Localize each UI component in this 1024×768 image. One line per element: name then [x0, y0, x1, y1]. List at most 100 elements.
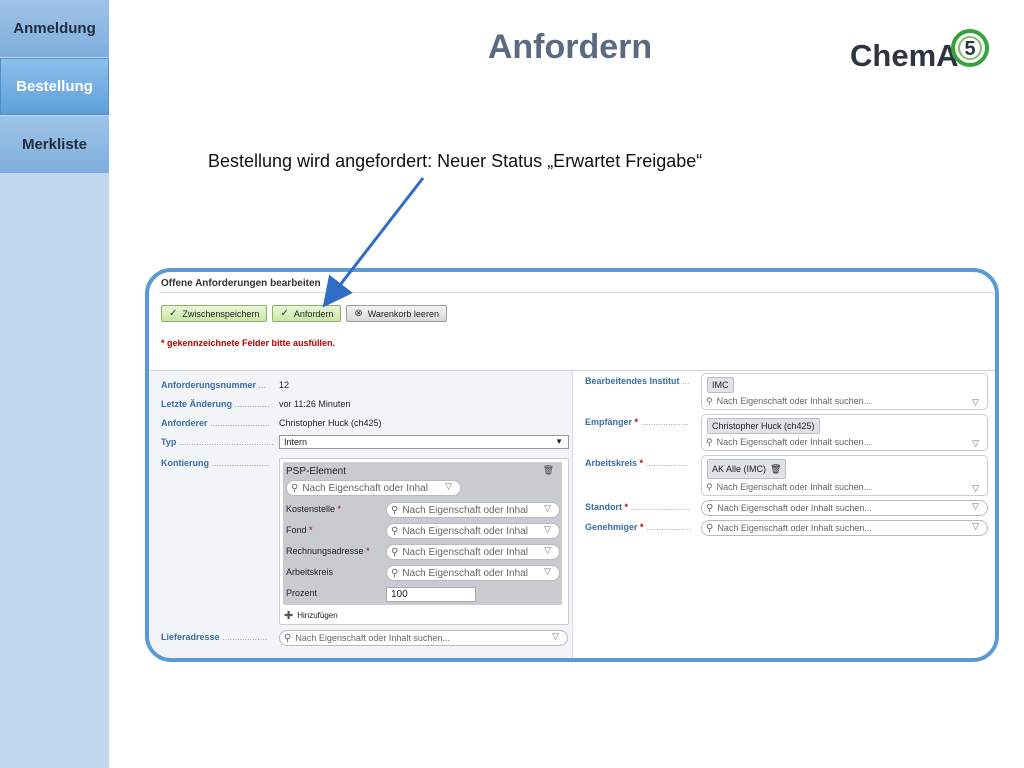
workgroup-placeholder: Nach Eigenschaft oder Inhalt suchen... — [716, 482, 872, 492]
arbeitskreis-placeholder: Nach Eigenschaft oder Inhal — [402, 567, 528, 579]
recipient-tag: Christopher Huck (ch425) — [707, 418, 820, 434]
location-search[interactable]: ⚲ Nach Eigenschaft oder Inhalt suchen...… — [701, 500, 988, 516]
type-select[interactable]: Intern ▼ — [279, 435, 569, 449]
svg-text:5: 5 — [964, 38, 975, 60]
search-icon: ⚲ — [706, 522, 714, 534]
approver-search[interactable]: ⚲ Nach Eigenschaft oder Inhalt suchen...… — [701, 520, 988, 536]
workgroup-tag-label: AK Alle (IMC) — [712, 464, 767, 474]
delivery-address-label: Lieferadresse .................. — [161, 632, 268, 642]
rechnungsadresse-placeholder: Nach Eigenschaft oder Inhal — [402, 546, 528, 558]
requester-label: Anforderer ........................ — [161, 418, 271, 428]
filter-icon[interactable]: ▽ — [445, 481, 452, 492]
arbeitskreis-search[interactable]: ⚲ Nach Eigenschaft oder Inhal ▽ — [386, 565, 560, 581]
clear-cart-label: Warenkorb leeren — [367, 308, 439, 319]
psp-element-label: PSP-Element — [286, 466, 347, 477]
fond-search[interactable]: ⚲ Nach Eigenschaft oder Inhal ▽ — [386, 523, 560, 539]
check-icon: ✓ — [169, 308, 178, 319]
recipient-tag-label: Christopher Huck (ch425) — [712, 421, 815, 431]
filter-icon[interactable]: ▽ — [972, 438, 979, 449]
last-change-value: vor 11:26 Minuten — [279, 399, 351, 409]
approver-placeholder: Nach Eigenschaft oder Inhalt suchen... — [717, 523, 872, 533]
divider — [159, 292, 995, 293]
cart-clear-icon: ⊗ — [354, 308, 363, 319]
search-icon: ⚲ — [706, 482, 713, 492]
panel-title: Offene Anforderungen bearbeiten — [161, 278, 321, 289]
psp-element-placeholder: Nach Eigenschaft oder Inhal — [302, 482, 428, 494]
request-number-label: Anforderungsnummer ... — [161, 380, 267, 390]
tag-icon: 🗑 — [770, 463, 782, 474]
search-icon: ⚲ — [284, 632, 292, 644]
last-change-label: Letzte Änderung .............. — [161, 399, 270, 409]
prozent-label: Prozent — [286, 588, 318, 598]
kontierung-entry: PSP-Element 🗑 ⚲ Nach Eigenschaft oder In… — [283, 462, 562, 605]
recipient-label: Empfänger * ................... — [585, 417, 689, 427]
location-placeholder: Nach Eigenschaft oder Inhalt suchen... — [717, 503, 872, 513]
slide: Anmeldung Bestellung Merkliste Anfordern… — [0, 0, 1024, 768]
recipient-search[interactable]: ⚲ Nach Eigenschaft oder Inhalt suchen... — [706, 437, 871, 448]
nav-item-merkliste[interactable]: Merkliste — [0, 116, 109, 173]
search-icon: ⚲ — [706, 502, 714, 514]
form-left-column: Anforderungsnummer ... 12 Letzte Änderun… — [149, 371, 573, 658]
filter-icon[interactable]: ▽ — [972, 521, 979, 532]
institute-tag: IMC — [707, 377, 734, 393]
save-draft-label: Zwischenspeichern — [182, 308, 260, 319]
search-icon: ⚲ — [391, 546, 399, 558]
search-icon: ⚲ — [391, 525, 399, 537]
prozent-input[interactable]: 100 — [386, 587, 476, 602]
kontierung-label: Kontierung ....................... — [161, 458, 270, 468]
institute-placeholder: Nach Eigenschaft oder Inhalt suchen... — [716, 396, 872, 406]
request-label: Anfordern — [293, 308, 334, 319]
delivery-address-placeholder: Nach Eigenschaft oder Inhalt suchen... — [295, 633, 450, 643]
slide-caption: Bestellung wird angefordert: Neuer Statu… — [208, 151, 703, 171]
filter-icon[interactable]: ▽ — [544, 503, 551, 514]
kostenstelle-placeholder: Nach Eigenschaft oder Inhal — [402, 504, 528, 516]
workgroup-search[interactable]: ⚲ Nach Eigenschaft oder Inhalt suchen... — [706, 482, 871, 493]
rechnungsadresse-search[interactable]: ⚲ Nach Eigenschaft oder Inhal ▽ — [386, 544, 560, 560]
arbeitskreis-label: Arbeitskreis — [286, 567, 334, 577]
psp-element-search[interactable]: ⚲ Nach Eigenschaft oder Inhal ▽ — [286, 480, 461, 496]
requester-value: Christopher Huck (ch425) — [279, 418, 382, 428]
request-button[interactable]: ✓ Anfordern — [272, 305, 342, 322]
delivery-address-search[interactable]: ⚲ Nach Eigenschaft oder Inhalt suchen...… — [279, 630, 568, 646]
filter-icon[interactable]: ▽ — [972, 397, 979, 408]
search-icon: ⚲ — [391, 567, 399, 579]
app-screenshot-frame: Offene Anforderungen bearbeiten ✓ Zwisch… — [145, 268, 999, 662]
location-label: Standort * ........................ — [585, 502, 691, 512]
request-number-value: 12 — [279, 380, 290, 390]
save-draft-button[interactable]: ✓ Zwischenspeichern — [161, 305, 268, 322]
delete-icon[interactable]: 🗑 — [543, 465, 554, 476]
institute-field[interactable]: IMC ⚲ Nach Eigenschaft oder Inhalt suchen… — [701, 373, 988, 410]
workgroup-tag: AK Alle (IMC) 🗑 — [707, 459, 787, 479]
form-right-column: Bearbeitendes Institut ... IMC ⚲ Nach Eig… — [573, 371, 995, 658]
search-icon: ⚲ — [706, 437, 713, 447]
workgroup-field[interactable]: AK Alle (IMC) 🗑 ⚲ Nach Eigenschaft oder In… — [701, 455, 988, 496]
filter-icon[interactable]: ▽ — [544, 545, 551, 556]
recipient-field[interactable]: Christopher Huck (ch425) ⚲ Nach Eigenscha… — [701, 414, 988, 451]
nav-item-bestellung[interactable]: Bestellung — [0, 58, 109, 115]
approver-label: Genehmiger * .................. — [585, 522, 692, 532]
search-icon: ⚲ — [291, 482, 299, 494]
filter-icon[interactable]: ▽ — [972, 501, 979, 512]
filter-icon[interactable]: ▽ — [544, 566, 551, 577]
institute-search[interactable]: ⚲ Nach Eigenschaft oder Inhalt suchen... — [706, 396, 871, 407]
filter-icon[interactable]: ▽ — [544, 524, 551, 535]
chema5-logo: ChemA 5 — [850, 29, 989, 73]
kontierung-box: PSP-Element 🗑 ⚲ Nach Eigenschaft oder In… — [279, 458, 569, 625]
search-icon: ⚲ — [706, 396, 713, 406]
institute-label: Bearbeitendes Institut ... — [585, 376, 690, 386]
clear-cart-button[interactable]: ⊗ Warenkorb leeren — [346, 305, 447, 322]
svg-text:ChemA: ChemA — [850, 38, 959, 73]
add-kontierung-button[interactable]: ✚ Hinzufügen — [284, 609, 338, 622]
search-icon: ⚲ — [391, 504, 399, 516]
side-navigation: Anmeldung Bestellung Merkliste — [0, 0, 109, 768]
filter-icon[interactable]: ▽ — [552, 631, 559, 642]
kostenstelle-search[interactable]: ⚲ Nach Eigenschaft oder Inhal ▽ — [386, 502, 560, 518]
filter-icon[interactable]: ▽ — [972, 483, 979, 494]
type-select-value: Intern — [284, 437, 308, 447]
nav-item-anmeldung[interactable]: Anmeldung — [0, 0, 109, 57]
kostenstelle-label: Kostenstelle * — [286, 504, 342, 514]
toolbar: ✓ Zwischenspeichern ✓ Anfordern ⊗ Warenk… — [161, 305, 447, 322]
fond-placeholder: Nach Eigenschaft oder Inhal — [402, 525, 528, 537]
chevron-down-icon: ▼ — [555, 437, 563, 446]
recipient-placeholder: Nach Eigenschaft oder Inhalt suchen... — [716, 437, 872, 447]
